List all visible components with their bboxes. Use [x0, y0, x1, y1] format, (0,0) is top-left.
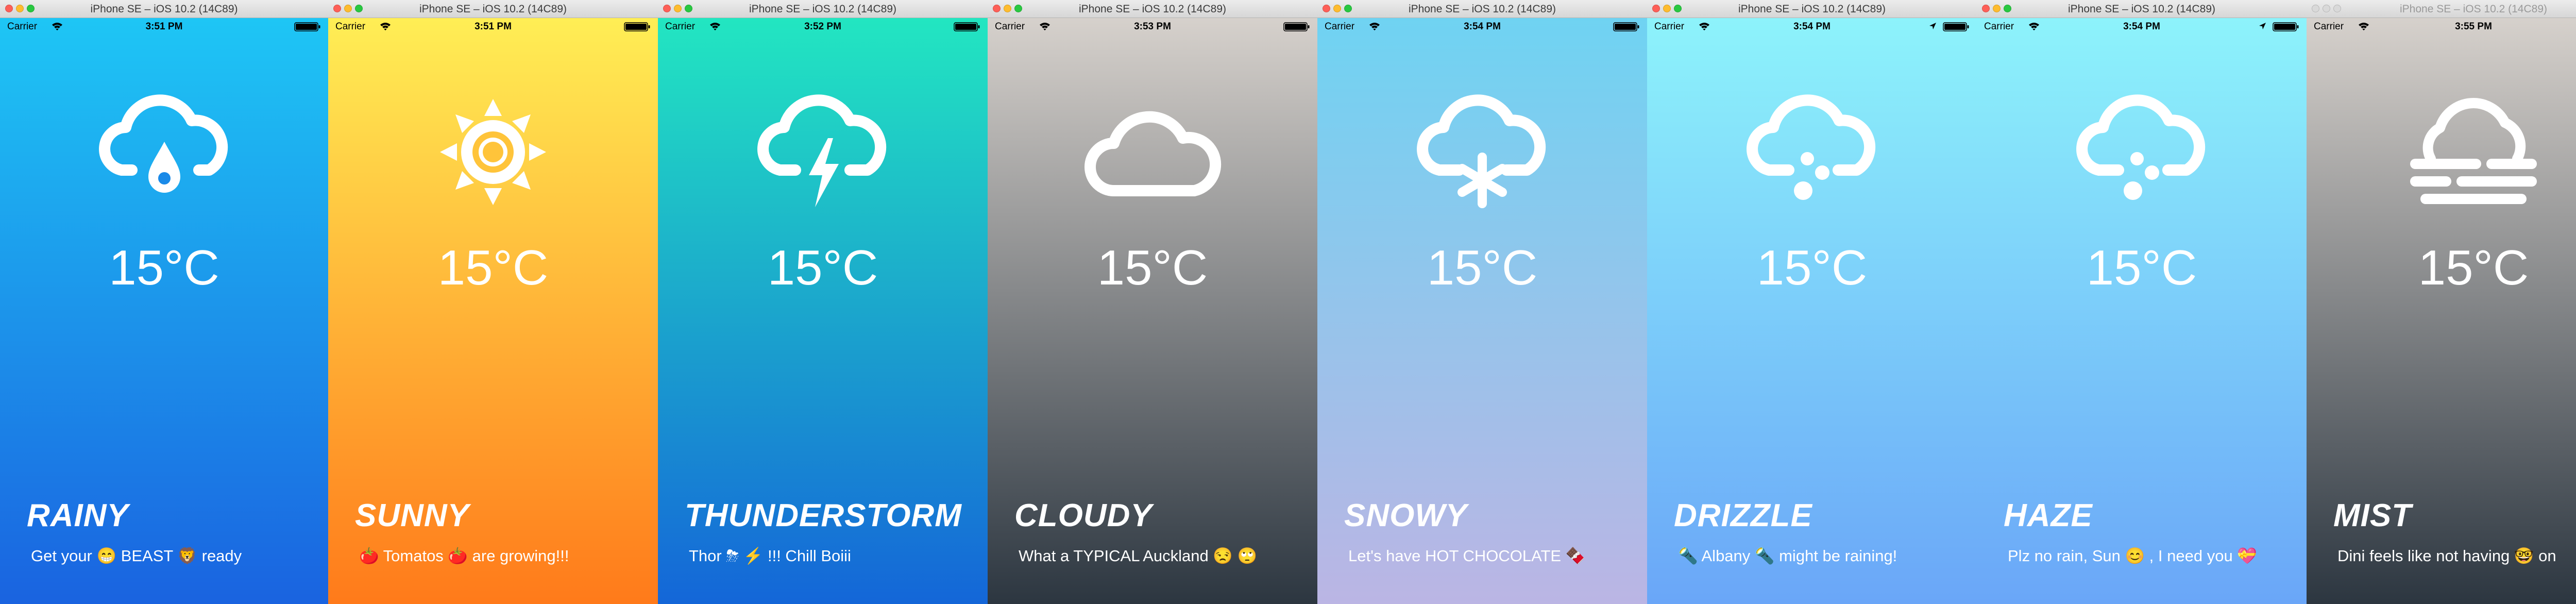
location-arrow-icon [1929, 23, 1936, 29]
status-time: 3:51 PM [145, 21, 183, 32]
condition-label: SNOWY [1344, 498, 1468, 533]
weather-screen: Carrier 3:51 PM 15°C SUNNY 🍅 Tomatos 🍅 a… [328, 18, 658, 604]
condition-message: Plz no rain, Sun 😊 , I need you 💝 [2008, 547, 2257, 565]
window-title: iPhone SE – iOS 10.2 (14C89) [2067, 3, 2215, 15]
status-bar: Carrier 3:54 PM [1647, 19, 1977, 35]
temperature-label: 15°C [2086, 240, 2197, 295]
status-bar: Carrier 3:55 PM [2307, 19, 2576, 35]
simulator-window-cloudy[interactable]: iPhone SE – iOS 10.2 (14C89) Carrier 3:5… [988, 0, 1317, 604]
temperature-label: 15°C [1097, 240, 1208, 295]
status-time: 3:52 PM [804, 21, 841, 32]
snow-cloud-icon [1417, 94, 1546, 208]
battery-icon [294, 22, 320, 31]
condition-label: HAZE [2004, 498, 2093, 533]
temperature-label: 15°C [109, 240, 219, 295]
status-bar: Carrier 3:53 PM [988, 19, 1317, 35]
condition-message: 🍅 Tomatos 🍅 are growing!!! [359, 547, 569, 565]
window-titlebar[interactable]: iPhone SE – iOS 10.2 (14C89) [1977, 0, 2307, 18]
simulator-window-snowy[interactable]: iPhone SE – iOS 10.2 (14C89) Carrier 3:5… [1317, 0, 1647, 604]
window-titlebar[interactable]: iPhone SE – iOS 10.2 (14C89) [1647, 0, 1977, 18]
status-bar: Carrier 3:54 PM [1317, 19, 1647, 35]
weather-screen: Carrier 3:51 PM 15°C RAINY Get your 😁 BE… [0, 18, 328, 604]
cloud-icon [1084, 111, 1222, 196]
weather-screen: Carrier 3:54 PM 15°C HAZE Plz no rain, S… [1977, 18, 2307, 604]
status-time: 3:55 PM [2455, 21, 2492, 32]
simulator-window-rainy[interactable]: iPhone SE – iOS 10.2 (14C89) Carrier 3:5… [0, 0, 328, 604]
simulator-window-row: iPhone SE – iOS 10.2 (14C89) Carrier 3:5… [0, 0, 2576, 604]
simulator-window-sunny[interactable]: iPhone SE – iOS 10.2 (14C89) Carrier 3:5… [328, 0, 658, 604]
weather-screen: Carrier 3:53 PM 15°C CLOUDY What a TYPIC… [988, 18, 1317, 604]
condition-label: CLOUDY [1014, 498, 1153, 533]
status-time: 3:53 PM [1134, 21, 1171, 32]
condition-message: 🔦 Albany 🔦 might be raining! [1678, 547, 1897, 565]
window-titlebar[interactable]: iPhone SE – iOS 10.2 (14C89) [988, 0, 1317, 18]
battery-icon [624, 22, 650, 31]
simulator-window-mist[interactable]: iPhone SE – iOS 10.2 (14C89) Carrier 3:5… [2307, 0, 2576, 604]
status-bar: Carrier 3:54 PM [1977, 19, 2307, 35]
drizzle-cloud-icon [1747, 94, 1876, 200]
battery-icon [1943, 22, 1969, 31]
condition-label: THUNDERSTORM [685, 498, 962, 533]
condition-label: MIST [2333, 498, 2412, 533]
status-bar: Carrier 3:52 PM [658, 19, 988, 35]
window-title: iPhone SE – iOS 10.2 (14C89) [749, 3, 896, 15]
condition-message: Thor ⛈ ⚡ !!! Chill Boiii [689, 547, 851, 565]
condition-message: What a TYPICAL Auckland 😒 🙄 [1019, 547, 1258, 565]
simulator-window-thunderstorm[interactable]: iPhone SE – iOS 10.2 (14C89) Carrier 3:5… [658, 0, 988, 604]
condition-message: Dini feels like not having 🤓 on [2337, 547, 2556, 565]
battery-icon [1283, 22, 1310, 31]
condition-label: SUNNY [355, 498, 470, 533]
window-title: iPhone SE – iOS 10.2 (14C89) [419, 3, 567, 15]
window-title: iPhone SE – iOS 10.2 (14C89) [1078, 3, 1226, 15]
temperature-label: 15°C [2418, 240, 2529, 295]
temperature-label: 15°C [1427, 240, 1538, 295]
sun-icon [440, 99, 546, 205]
window-title: iPhone SE – iOS 10.2 (14C89) [90, 3, 238, 15]
temperature-label: 15°C [767, 240, 878, 295]
window-titlebar[interactable]: iPhone SE – iOS 10.2 (14C89) [328, 0, 658, 18]
weather-screen: Carrier 3:52 PM 15°C THUNDERSTORM Thor ⛈… [658, 18, 988, 604]
status-bar: Carrier 3:51 PM [0, 19, 328, 35]
window-titlebar[interactable]: iPhone SE – iOS 10.2 (14C89) [658, 0, 988, 18]
condition-label: DRIZZLE [1674, 498, 1812, 533]
battery-icon [2273, 22, 2299, 31]
window-title: iPhone SE – iOS 10.2 (14C89) [1738, 3, 1886, 15]
status-time: 3:51 PM [474, 21, 512, 32]
temperature-label: 15°C [1756, 240, 1868, 295]
status-time: 3:54 PM [2123, 21, 2160, 32]
window-title: iPhone SE – iOS 10.2 (14C89) [2399, 3, 2547, 15]
battery-icon [954, 22, 980, 31]
condition-label: RAINY [27, 498, 129, 533]
location-arrow-icon [2259, 23, 2266, 29]
window-titlebar[interactable]: iPhone SE – iOS 10.2 (14C89) [0, 0, 328, 18]
weather-screen: Carrier 3:55 PM 15°C MIST Dini feels lik… [2307, 18, 2576, 604]
haze-cloud-icon [2076, 94, 2206, 200]
condition-message: Get your 😁 BEAST 🦁 ready [31, 547, 242, 565]
mist-cloud-icon [2410, 98, 2537, 204]
status-time: 3:54 PM [1793, 21, 1831, 32]
battery-icon [1613, 22, 1639, 31]
status-time: 3:54 PM [1464, 21, 1501, 32]
window-titlebar[interactable]: iPhone SE – iOS 10.2 (14C89) [2307, 0, 2576, 18]
condition-message: Let's have HOT CHOCOLATE 🍫 [1348, 547, 1586, 565]
rain-cloud-icon [98, 94, 228, 193]
simulator-window-drizzle[interactable]: iPhone SE – iOS 10.2 (14C89) Carrier 3:5… [1647, 0, 1977, 604]
window-title: iPhone SE – iOS 10.2 (14C89) [1408, 3, 1556, 15]
simulator-window-haze[interactable]: iPhone SE – iOS 10.2 (14C89) Carrier 3:5… [1977, 0, 2307, 604]
weather-screen: Carrier 3:54 PM 15°C SNOWY Let's have HO… [1317, 18, 1647, 604]
weather-screen: Carrier 3:54 PM 15°C DRIZZLE 🔦 Albany 🔦 … [1647, 18, 1977, 604]
thunderstorm-cloud-icon [757, 94, 887, 207]
status-bar: Carrier 3:51 PM [328, 19, 658, 35]
window-titlebar[interactable]: iPhone SE – iOS 10.2 (14C89) [1317, 0, 1647, 18]
temperature-label: 15°C [437, 240, 549, 295]
